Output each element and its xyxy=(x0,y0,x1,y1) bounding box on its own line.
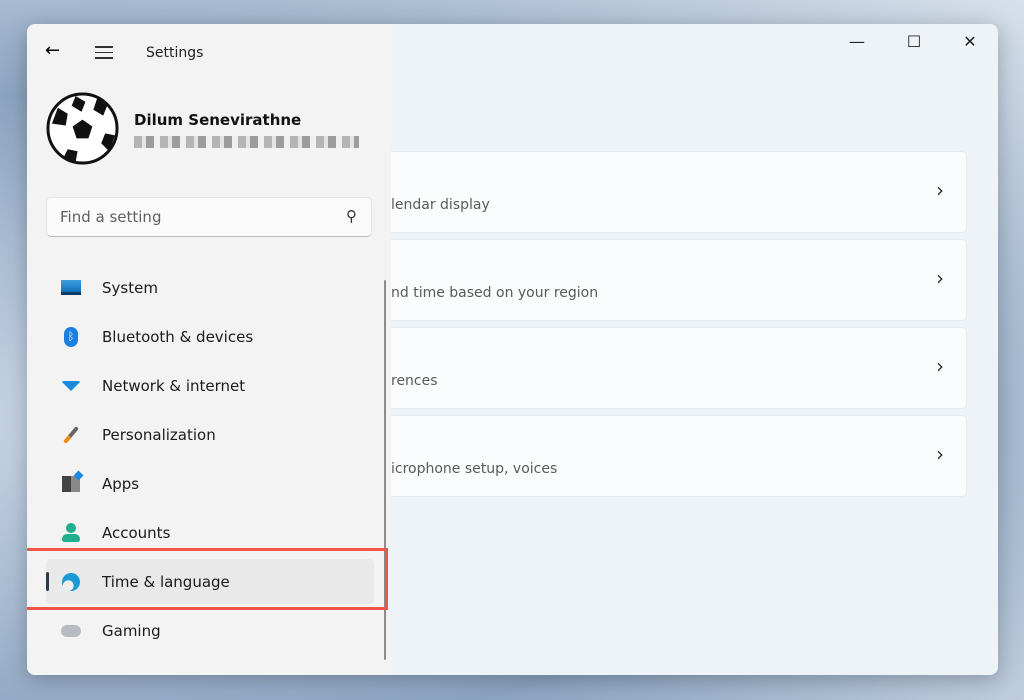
chevron-right-icon: › xyxy=(936,354,944,378)
sidebar-item-label: System xyxy=(102,278,158,297)
settings-card[interactable]: icrophone setup, voices › xyxy=(391,415,967,497)
chevron-right-icon: › xyxy=(936,266,944,290)
sidebar-item-bluetooth[interactable]: ᛒ Bluetooth & devices xyxy=(46,312,374,361)
card-description: icrophone setup, voices xyxy=(391,461,558,477)
minimize-button[interactable]: — xyxy=(842,32,872,51)
apps-icon xyxy=(60,470,84,495)
highlight-box xyxy=(27,548,388,610)
sidebar-item-label: Bluetooth & devices xyxy=(102,327,254,346)
sidebar-item-label: Apps xyxy=(102,474,140,493)
sidebar-item-personalization[interactable]: Personalization xyxy=(46,410,374,459)
monitor-icon xyxy=(60,277,82,299)
chevron-right-icon: › xyxy=(936,442,944,466)
settings-card[interactable]: nd time based on your region › xyxy=(391,239,967,321)
sidebar-item-label: Personalization xyxy=(102,425,216,444)
settings-window: — ☐ ✕ lendar display › nd time based on y… xyxy=(27,24,998,675)
user-name: Dilum Senevirathne xyxy=(134,111,302,129)
wifi-icon xyxy=(60,375,82,397)
search-input[interactable] xyxy=(47,198,327,236)
maximize-button[interactable]: ☐ xyxy=(899,32,929,51)
app-title: Settings xyxy=(146,45,204,61)
person-icon xyxy=(60,522,82,544)
card-description: lendar display xyxy=(391,197,490,213)
bluetooth-icon: ᛒ xyxy=(60,326,82,348)
avatar[interactable] xyxy=(46,92,119,165)
sidebar-item-label: Gaming xyxy=(102,621,161,640)
settings-card[interactable]: rences › xyxy=(391,327,967,409)
sidebar-item-label: Accounts xyxy=(102,523,171,542)
gamepad-icon xyxy=(60,620,82,642)
sidebar-item-gaming[interactable]: Gaming xyxy=(46,606,374,655)
search-box[interactable]: ⚲ xyxy=(46,197,372,237)
sidebar-item-label: Network & internet xyxy=(102,376,246,395)
card-description: nd time based on your region xyxy=(391,285,599,301)
search-icon[interactable]: ⚲ xyxy=(346,207,357,225)
sidebar-item-network[interactable]: Network & internet xyxy=(46,361,374,410)
chevron-right-icon: › xyxy=(936,178,944,202)
settings-card[interactable]: lendar display › xyxy=(391,151,967,233)
hamburger-menu-icon[interactable] xyxy=(95,46,113,59)
sidebar-item-system[interactable]: System xyxy=(46,263,374,312)
card-description: rences xyxy=(391,373,438,389)
sidebar-item-apps[interactable]: Apps xyxy=(46,459,374,508)
user-email-redacted xyxy=(134,136,359,148)
back-arrow-icon[interactable]: ← xyxy=(45,40,60,61)
brush-icon xyxy=(60,424,82,446)
close-button[interactable]: ✕ xyxy=(955,32,985,51)
